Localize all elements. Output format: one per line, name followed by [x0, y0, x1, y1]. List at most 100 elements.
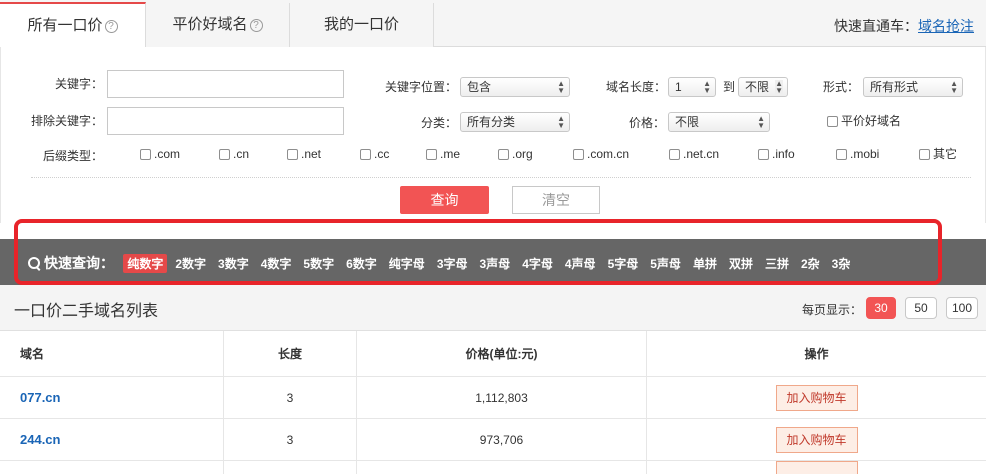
quick-query-item[interactable]: 5声母 — [646, 254, 685, 273]
quick-query-item[interactable]: 3杂 — [828, 254, 855, 273]
suffix-checkbox-other[interactable]: 其它 — [919, 147, 957, 161]
quick-query-item[interactable]: 6数字 — [342, 254, 381, 273]
quick-query-bar: 快速查询： 纯数字 2数字 3数字 4数字 5数字 6数字 纯字母 3字母 3声母 4字母 4声母 5… — [0, 239, 986, 285]
tab-cheap-domains[interactable]: 平价好域名? — [146, 3, 290, 47]
keyword-input[interactable] — [107, 70, 344, 98]
checkbox-box[interactable] — [758, 149, 769, 160]
suffix-checkbox-mobi[interactable]: .mobi — [836, 147, 879, 161]
domain-cell: 244.cn — [0, 419, 224, 460]
tab-all-fixed-price[interactable]: 所有一口价? — [0, 2, 146, 47]
search-icon — [28, 257, 41, 270]
checkbox-box[interactable] — [669, 149, 680, 160]
quick-query-item[interactable]: 三拼 — [761, 254, 793, 273]
category-select[interactable]: 所有分类 ▲ ▼ — [460, 112, 570, 132]
updown-icon: ▲ ▼ — [950, 79, 958, 95]
quick-query-item[interactable]: 3数字 — [214, 254, 253, 273]
tab-my-fixed-price[interactable]: 我的一口价 — [290, 3, 434, 47]
length-to-select[interactable]: 不限 ▲ ▼ — [738, 77, 788, 97]
keyword-position-select[interactable]: 包含 ▲ ▼ — [460, 77, 570, 97]
quick-query-item[interactable]: 双拼 — [725, 254, 757, 273]
suffix-checkbox-com[interactable]: .com — [140, 147, 180, 161]
checkbox-label: .org — [512, 147, 533, 161]
checkbox-box[interactable] — [498, 149, 509, 160]
quick-query-item[interactable]: 5数字 — [299, 254, 338, 273]
checkbox-box[interactable] — [836, 149, 847, 160]
clear-button[interactable]: 清空 — [512, 186, 600, 214]
per-page-30-button[interactable]: 30 — [866, 297, 896, 319]
column-header-action: 操作 — [804, 347, 829, 361]
domain-link[interactable]: 244.cn — [20, 432, 60, 447]
checkbox-box[interactable] — [426, 149, 437, 160]
select-value: 所有形式 — [870, 80, 919, 94]
keyword-position-label: 关键字位置： — [384, 80, 457, 94]
length-label: 域名长度： — [605, 80, 666, 94]
quick-query-item[interactable]: 4字母 — [518, 254, 557, 273]
checkbox-box[interactable] — [140, 149, 151, 160]
list-header: 一口价二手域名列表 每页显示： 30 50 100 — [0, 285, 986, 331]
quick-query-item[interactable]: 纯字母 — [385, 254, 429, 273]
select-value: 1 — [675, 80, 682, 94]
quick-query-item[interactable]: 3字母 — [433, 254, 472, 273]
table-row: 244.cn 3 973,706 加入购物车 — [0, 419, 986, 461]
quick-query-item[interactable]: 4数字 — [257, 254, 296, 273]
table-row: 077.cn 3 1,112,803 加入购物车 — [0, 377, 986, 419]
suffix-label: 后缀类型： — [42, 149, 103, 163]
quick-query-item[interactable]: 单拼 — [689, 254, 721, 273]
quick-query-item[interactable]: 2数字 — [171, 254, 210, 273]
updown-icon: ▲ ▼ — [775, 79, 783, 95]
quick-query-item[interactable]: 3声母 — [476, 254, 515, 273]
suffix-checkbox-com-cn[interactable]: .com.cn — [573, 147, 629, 161]
category-label: 分类： — [420, 116, 457, 130]
checkbox-box[interactable] — [573, 149, 584, 160]
add-to-cart-button[interactable]: 加入购物车 — [775, 384, 858, 411]
exclude-keyword-label: 排除关键字： — [30, 114, 103, 128]
length-from-select[interactable]: 1 ▲ ▼ — [668, 77, 716, 97]
divider — [31, 177, 971, 178]
domain-snap-link[interactable]: 域名抢注 — [918, 18, 974, 34]
tab-label: 所有一口价 — [27, 17, 103, 34]
action-cell: 加入购物车 — [647, 419, 986, 460]
length-cell: 3 — [224, 377, 357, 418]
domain-link[interactable]: 077.cn — [20, 390, 60, 405]
checkbox-box[interactable] — [219, 149, 230, 160]
suffix-checkbox-net[interactable]: .net — [287, 147, 321, 161]
per-page-100-button[interactable]: 100 — [946, 297, 978, 319]
quick-query-items: 快速查询： 纯数字 2数字 3数字 4数字 5数字 6数字 纯字母 3字母 3声母 4字母 4声母 5… — [28, 253, 858, 273]
updown-icon: ▲ ▼ — [557, 114, 565, 130]
checkbox-label: 平价好域名 — [841, 114, 902, 128]
help-icon[interactable]: ? — [104, 20, 118, 33]
select-value: 不限 — [675, 115, 700, 129]
select-value: 不限 — [745, 80, 770, 94]
checkbox-box[interactable] — [827, 116, 838, 127]
checkbox-label: .me — [440, 147, 461, 161]
per-page-50-button[interactable]: 50 — [905, 297, 937, 319]
quick-query-item[interactable]: 5字母 — [604, 254, 643, 273]
form-select[interactable]: 所有形式 ▲ ▼ — [863, 77, 963, 97]
suffix-checkbox-org[interactable]: .org — [498, 147, 533, 161]
tab-bar: 所有一口价? 平价好域名? 我的一口价 快速直通车：域名抢注 — [0, 0, 986, 47]
domain-cell: 077.cn — [0, 377, 224, 418]
action-cell: 加入购物车 — [647, 377, 986, 418]
cheap-domain-checkbox[interactable]: 平价好域名 — [827, 114, 901, 128]
add-to-cart-button[interactable]: 加入购物车 — [775, 426, 858, 453]
exclude-keyword-input[interactable] — [107, 107, 344, 135]
checkbox-box[interactable] — [919, 149, 930, 160]
help-icon[interactable]: ? — [249, 19, 263, 32]
checkbox-label: .info — [772, 147, 795, 161]
suffix-checkbox-cc[interactable]: .cc — [360, 147, 389, 161]
quick-query-item[interactable]: 2杂 — [797, 254, 824, 273]
checkbox-box[interactable] — [360, 149, 371, 160]
suffix-checkbox-info[interactable]: .info — [758, 147, 795, 161]
suffix-checkbox-me[interactable]: .me — [426, 147, 460, 161]
query-button[interactable]: 查询 — [400, 186, 489, 214]
checkbox-label: .net — [301, 147, 322, 161]
add-to-cart-button-partial[interactable] — [775, 461, 858, 474]
suffix-checkbox-cn[interactable]: .cn — [219, 147, 249, 161]
quick-nav: 快速直通车：域名抢注 — [834, 16, 974, 36]
checkbox-label: .cc — [374, 147, 390, 161]
quick-query-item[interactable]: 4声母 — [561, 254, 600, 273]
price-select[interactable]: 不限 ▲ ▼ — [668, 112, 770, 132]
checkbox-box[interactable] — [287, 149, 298, 160]
quick-query-item[interactable]: 纯数字 — [123, 254, 168, 273]
suffix-checkbox-net-cn[interactable]: .net.cn — [669, 147, 719, 161]
